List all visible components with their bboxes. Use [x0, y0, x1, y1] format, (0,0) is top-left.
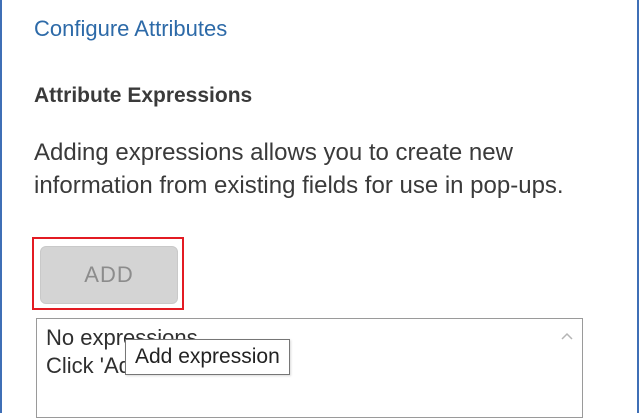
panel-title: Configure Attributes — [34, 16, 228, 41]
add-expression-tooltip: Add expression — [125, 339, 290, 375]
expressions-list[interactable]: No expressions Click 'Add' to add one. — [36, 318, 583, 418]
add-expression-button[interactable]: ADD — [40, 246, 178, 304]
panel-border-left — [0, 0, 2, 413]
section-description: Adding expressions allows you to create … — [34, 139, 564, 199]
section-title: Attribute Expressions — [34, 84, 253, 107]
configure-attributes-panel: Configure Attributes Attribute Expressio… — [0, 0, 639, 418]
chevron-up-icon[interactable] — [560, 329, 574, 343]
